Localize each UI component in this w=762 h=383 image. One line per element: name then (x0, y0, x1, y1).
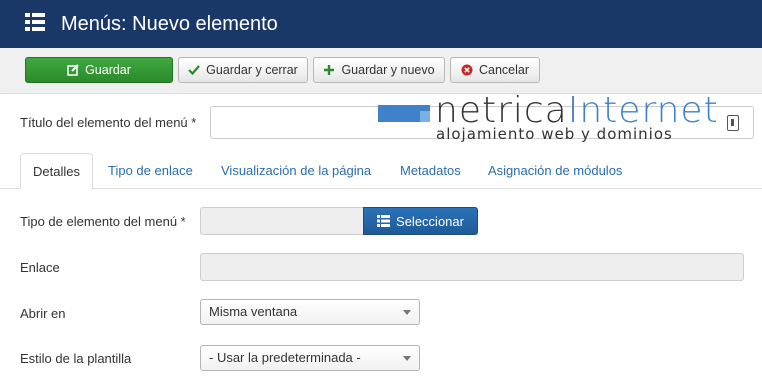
type-label: Tipo de elemento del menú * (20, 214, 186, 229)
cancel-button[interactable]: Cancelar (450, 57, 540, 83)
open-in-value: Misma ventana (209, 304, 298, 319)
tab-detalles[interactable]: Detalles (20, 153, 93, 190)
list-icon (377, 215, 391, 227)
tab-tipo-enlace[interactable]: Tipo de enlace (108, 153, 193, 189)
save-new-label: Guardar y nuevo (341, 63, 435, 77)
save-close-button[interactable]: Guardar y cerrar (178, 57, 308, 83)
save-close-label: Guardar y cerrar (206, 63, 298, 77)
open-label: Abrir en (20, 306, 66, 321)
menu-type-field (200, 207, 364, 235)
template-label: Estilo de la plantilla (20, 351, 132, 366)
title-label: Título del elemento del menú * (20, 115, 197, 130)
save-button[interactable]: Guardar (25, 57, 173, 83)
save-label: Guardar (85, 63, 131, 77)
cancel-icon (461, 64, 473, 76)
open-in-select[interactable]: Misma ventana (200, 299, 420, 325)
select-button[interactable]: Seleccionar (363, 207, 478, 235)
tab-asignacion-modulos[interactable]: Asignación de módulos (488, 153, 622, 189)
toolbar: Guardar Guardar y cerrar Guardar y nuevo… (0, 48, 762, 94)
tab-visualizacion[interactable]: Visualización de la página (221, 153, 371, 189)
tab-metadatos[interactable]: Metadatos (400, 153, 461, 189)
template-style-value: - Usar la predeterminada - (209, 350, 361, 365)
plus-icon (324, 65, 335, 75)
template-style-select[interactable]: - Usar la predeterminada - (200, 345, 420, 371)
tab-bar: Detalles Tipo de enlace Visualización de… (0, 153, 762, 190)
page-header: Menús: Nuevo elemento (0, 0, 762, 48)
cancel-label: Cancelar (478, 63, 530, 77)
check-icon (188, 65, 200, 76)
chevron-down-icon (403, 356, 411, 361)
title-input[interactable] (210, 106, 754, 139)
list-icon (25, 13, 45, 31)
clipboard-icon[interactable] (727, 115, 739, 131)
link-label: Enlace (20, 260, 60, 275)
edit-icon (67, 64, 79, 76)
save-new-button[interactable]: Guardar y nuevo (313, 57, 445, 83)
link-field (200, 253, 744, 281)
chevron-down-icon (403, 310, 411, 315)
select-label: Seleccionar (396, 213, 464, 229)
page-title: Menús: Nuevo elemento (61, 13, 278, 35)
